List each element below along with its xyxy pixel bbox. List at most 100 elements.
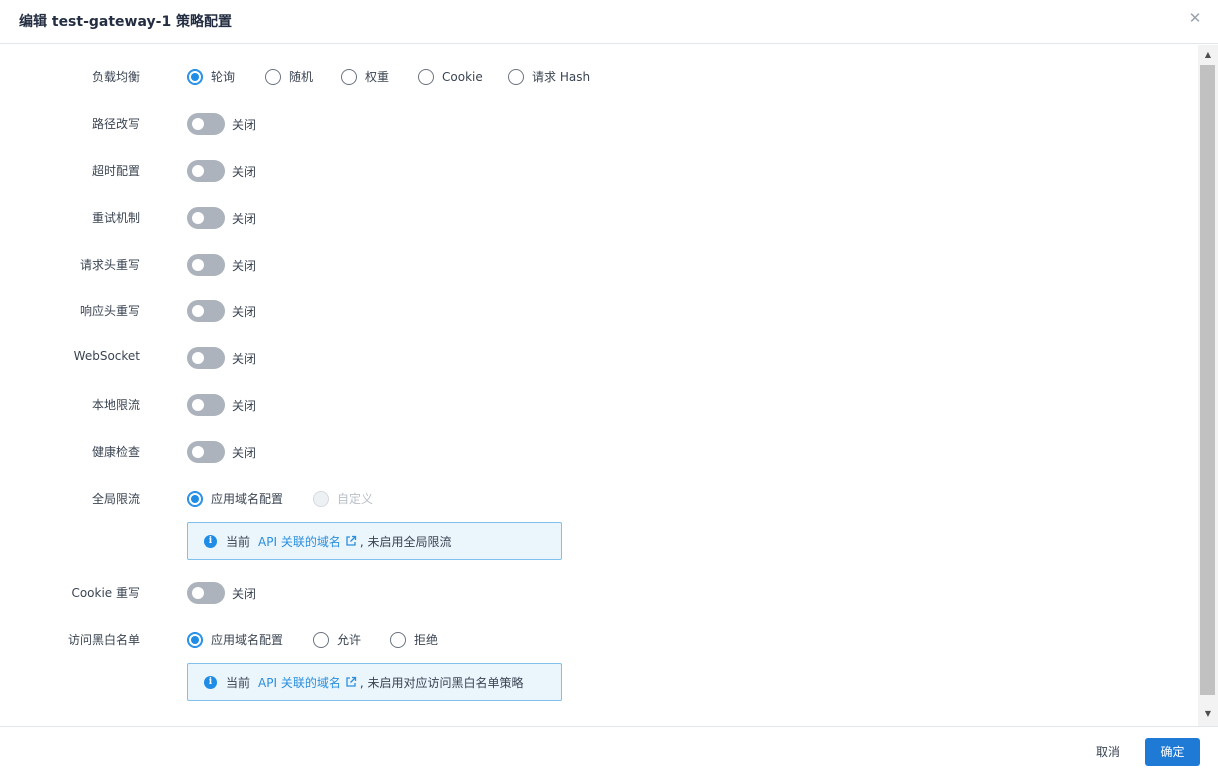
global-rate-limit-info-box: i 当前 API 关联的域名 , 未启用全局限流 (187, 522, 562, 560)
confirm-button[interactable]: 确定 (1145, 738, 1200, 766)
vertical-scrollbar[interactable]: ▲ ▼ (1198, 45, 1218, 726)
radio-checked-icon (187, 68, 203, 85)
path-rewrite-switch-wrap: 关闭 (187, 113, 256, 135)
row-local-rate-limit: 本地限流 关闭 (0, 390, 1190, 418)
cookie-rewrite-label: Cookie 重写 (71, 586, 140, 600)
access-list-info-box: i 当前 API 关联的域名 , 未启用对应访问黑白名单策略 (187, 663, 562, 701)
response-header-rewrite-toggle[interactable] (187, 300, 225, 322)
dialog-footer: 取消 确定 (0, 726, 1218, 778)
row-load-balance: 负载均衡 轮询 随机 权重 Cookie 请求 Hash (0, 62, 1190, 90)
close-icon[interactable]: ✕ (1187, 10, 1203, 26)
radio-custom: 自定义 (313, 490, 373, 507)
timeout-label: 超时配置 (91, 164, 140, 178)
api-domain-link[interactable]: API 关联的域名 (258, 674, 341, 691)
radio-label: 轮询 (211, 70, 236, 84)
external-link-icon[interactable] (345, 676, 357, 688)
access-list-radio-group: 应用域名配置 允许 拒绝 (187, 631, 438, 648)
toggle-knob (192, 165, 204, 177)
radio-allow[interactable]: 允许 (313, 631, 390, 648)
path-rewrite-toggle[interactable] (187, 113, 225, 135)
local-rate-limit-label: 本地限流 (91, 398, 140, 412)
radio-cookie[interactable]: Cookie (418, 68, 508, 85)
dialog-title: 编辑 test-gateway-1 策略配置 (19, 14, 233, 30)
row-websocket: WebSocket 关闭 (0, 343, 1190, 371)
row-path-rewrite: 路径改写 关闭 (0, 109, 1190, 137)
retry-switch-wrap: 关闭 (187, 207, 256, 229)
radio-icon (341, 68, 357, 85)
radio-random[interactable]: 随机 (265, 68, 341, 85)
external-link-icon[interactable] (345, 535, 357, 547)
response-header-rewrite-label: 响应头重写 (79, 304, 140, 318)
info-icon: i (204, 534, 217, 548)
radio-icon (265, 68, 281, 85)
access-list-label: 访问黑白名单 (67, 633, 140, 647)
health-check-toggle[interactable] (187, 441, 225, 463)
api-domain-link[interactable]: API 关联的域名 (258, 533, 341, 550)
radio-request-hash[interactable]: 请求 Hash (508, 68, 590, 85)
toggle-state-label: 关闭 (232, 304, 257, 319)
row-health-check: 健康检查 关闭 (0, 437, 1190, 465)
radio-checked-icon (187, 631, 203, 648)
strategy-config-dialog: 编辑 test-gateway-1 策略配置 ✕ 负载均衡 轮询 随机 权重 C… (0, 0, 1218, 778)
load-balance-label: 负载均衡 (91, 70, 140, 84)
retry-label: 重试机制 (91, 211, 140, 225)
toggle-state-label: 关闭 (232, 398, 257, 413)
row-request-header-rewrite: 请求头重写 关闭 (0, 250, 1190, 278)
radio-deny[interactable]: 拒绝 (390, 631, 438, 648)
cookie-rewrite-toggle[interactable] (187, 582, 225, 604)
toggle-knob (192, 259, 204, 271)
toggle-knob (192, 399, 204, 411)
load-balance-radio-group: 轮询 随机 权重 Cookie 请求 Hash (187, 68, 590, 85)
request-header-rewrite-switch-wrap: 关闭 (187, 254, 256, 276)
dialog-body: 负载均衡 轮询 随机 权重 Cookie 请求 Hash 路径改写 关闭 超时配… (0, 45, 1218, 726)
radio-icon (390, 631, 406, 648)
radio-icon (313, 631, 329, 648)
radio-label: 随机 (289, 70, 314, 84)
request-header-rewrite-toggle[interactable] (187, 254, 225, 276)
local-rate-limit-toggle[interactable] (187, 394, 225, 416)
radio-app-domain-config[interactable]: 应用域名配置 (187, 631, 313, 648)
toggle-knob (192, 446, 204, 458)
info-suffix: , 未启用对应访问黑白名单策略 (359, 675, 524, 690)
radio-label: 允许 (337, 633, 362, 647)
radio-app-domain-config[interactable]: 应用域名配置 (187, 490, 313, 507)
websocket-toggle[interactable] (187, 347, 225, 369)
row-cookie-rewrite: Cookie 重写 关闭 (0, 578, 1190, 606)
toggle-knob (192, 305, 204, 317)
radio-icon (508, 68, 524, 85)
radio-label: 拒绝 (414, 633, 439, 647)
toggle-state-label: 关闭 (232, 351, 257, 366)
scroll-up-arrow-icon[interactable]: ▲ (1198, 49, 1218, 61)
cancel-button[interactable]: 取消 (1083, 738, 1133, 766)
toggle-knob (192, 118, 204, 130)
toggle-knob (192, 212, 204, 224)
toggle-knob (192, 587, 204, 599)
radio-checked-icon (187, 490, 203, 507)
scrollbar-thumb[interactable] (1200, 65, 1215, 695)
radio-round-robin[interactable]: 轮询 (187, 68, 265, 85)
toggle-state-label: 关闭 (232, 211, 257, 226)
row-timeout: 超时配置 关闭 (0, 156, 1190, 184)
cookie-rewrite-switch-wrap: 关闭 (187, 582, 256, 604)
radio-label: 权重 (365, 70, 390, 84)
row-access-list: 访问黑白名单 应用域名配置 允许 拒绝 (0, 625, 1190, 653)
toggle-state-label: 关闭 (232, 164, 257, 179)
info-prefix: 当前 (226, 534, 251, 549)
request-header-rewrite-label: 请求头重写 (79, 258, 140, 272)
row-response-header-rewrite: 响应头重写 关闭 (0, 296, 1190, 324)
global-rate-limit-label: 全局限流 (91, 492, 140, 506)
row-global-rate-limit: 全局限流 应用域名配置 自定义 (0, 484, 1190, 512)
row-retry: 重试机制 关闭 (0, 203, 1190, 231)
radio-weight[interactable]: 权重 (341, 68, 418, 85)
radio-label: 自定义 (337, 492, 374, 506)
websocket-switch-wrap: 关闭 (187, 347, 256, 369)
scroll-down-arrow-icon[interactable]: ▼ (1198, 708, 1218, 720)
radio-label: 应用域名配置 (211, 633, 284, 647)
toggle-state-label: 关闭 (232, 586, 257, 601)
timeout-toggle[interactable] (187, 160, 225, 182)
info-suffix: , 未启用全局限流 (359, 534, 452, 549)
info-icon: i (204, 675, 217, 689)
retry-toggle[interactable] (187, 207, 225, 229)
toggle-state-label: 关闭 (232, 117, 257, 132)
response-header-rewrite-switch-wrap: 关闭 (187, 300, 256, 322)
